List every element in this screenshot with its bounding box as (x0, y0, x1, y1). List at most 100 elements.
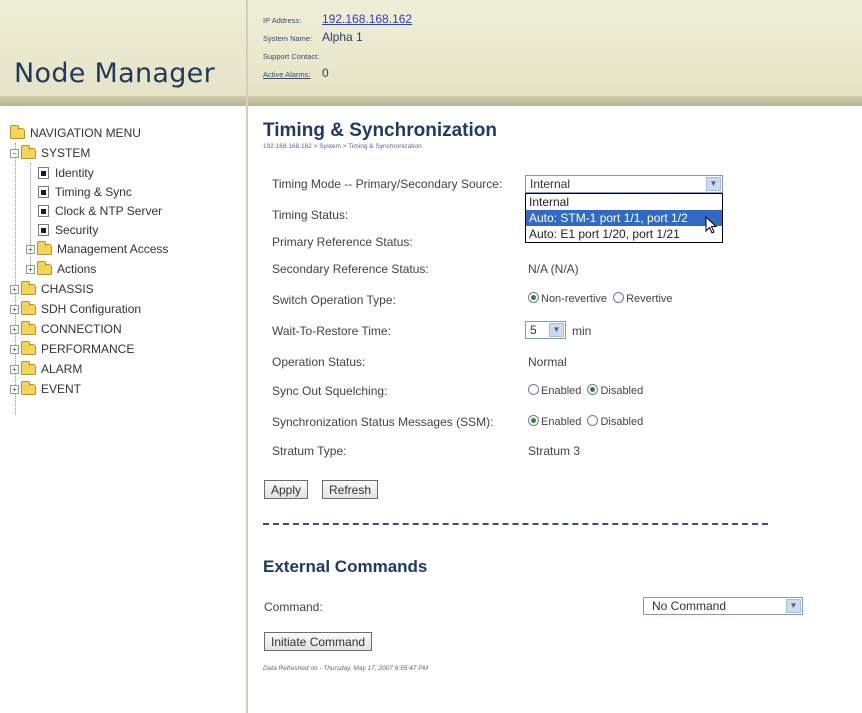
nav-folder-label: ALARM (41, 362, 83, 376)
nav-folder-label: SDH Configuration (41, 302, 142, 316)
expand-icon[interactable]: + (10, 364, 19, 374)
wait-to-restore-value: 5 (530, 323, 537, 337)
nav-folder-connection[interactable]: + CONNECTION (10, 320, 122, 337)
apply-button[interactable]: Apply (264, 480, 309, 499)
radio-label: Disabled (600, 416, 644, 428)
folder-open-icon (10, 124, 25, 139)
expand-icon[interactable]: + (10, 304, 19, 314)
wait-to-restore-select[interactable]: 5 ▼ (525, 321, 566, 339)
nav-item-label: Security (55, 223, 99, 237)
nav-item-label: Clock & NTP Server (55, 204, 163, 218)
folder-icon (37, 240, 52, 255)
nav-folder-event[interactable]: + EVENT (10, 380, 82, 397)
radio-ssm-enabled[interactable] (528, 415, 539, 426)
command-label: Command: (264, 600, 323, 614)
nav-folder-label: Management Access (57, 242, 169, 256)
chevron-down-icon[interactable]: ▼ (549, 323, 564, 337)
nav-folder-actions[interactable]: + Actions (26, 260, 96, 277)
radio-ssm-disabled[interactable] (587, 415, 599, 426)
command-select[interactable]: No Command ▼ (643, 597, 803, 615)
nav-folder-label: CHASSIS (41, 282, 94, 296)
radio-label: Enabled (541, 416, 582, 428)
ssm-label: Synchronization Status Messages (SSM): (272, 415, 494, 429)
expand-icon[interactable]: + (10, 344, 19, 354)
active-alarms-link[interactable]: Active Alarms: (263, 70, 311, 79)
nav-folder-chassis[interactable]: + CHASSIS (10, 280, 94, 297)
data-refreshed-note: Data Refreshed on - Thursday, May 17, 20… (263, 665, 428, 672)
nav-item-clock-ntp[interactable]: Clock & NTP Server (38, 203, 162, 219)
timing-mode-selected: Internal (530, 177, 571, 191)
ip-address-label: IP Address: (263, 16, 302, 25)
expand-icon[interactable]: + (10, 384, 19, 394)
folder-open-icon (21, 144, 36, 159)
expand-icon[interactable]: + (26, 264, 35, 274)
operation-status-label: Operation Status: (272, 355, 366, 369)
nav-folder-performance[interactable]: + PERFORMANCE (10, 340, 135, 357)
folder-icon (21, 300, 36, 315)
nav-item-timing-sync[interactable]: Timing & Sync (38, 184, 132, 200)
timing-mode-dropdown[interactable]: Internal Auto: STM-1 port 1/1, port 1/2 … (525, 193, 723, 243)
chevron-down-icon[interactable]: ▼ (786, 599, 801, 613)
operation-status-value: Normal (528, 355, 567, 369)
nav-system-label: SYSTEM (41, 146, 91, 160)
page-icon (38, 186, 49, 198)
timing-mode-option[interactable]: Auto: E1 port 1/20, port 1/21 (526, 226, 722, 242)
nav-system[interactable]: − SYSTEM (10, 144, 91, 161)
wait-to-restore-label: Wait-To-Restore Time: (272, 324, 391, 338)
stratum-type-value: Stratum 3 (528, 444, 581, 458)
header: Node Manager IP Address: 192.168.168.162… (0, 0, 862, 106)
logo-panel: Node Manager (0, 0, 247, 106)
radio-label: Disabled (600, 385, 644, 397)
nav-root[interactable]: NAVIGATION MENU (10, 124, 141, 141)
system-name-label: System Name: (263, 34, 313, 43)
initiate-command-button[interactable]: Initiate Command (264, 632, 373, 651)
page-title: Timing & Synchronization (263, 120, 497, 141)
system-name-value: Alpha 1 (322, 30, 363, 44)
timing-mode-option[interactable]: Internal (526, 194, 722, 210)
radio-label: Revertive (626, 293, 673, 305)
folder-icon (21, 380, 36, 395)
wait-to-restore-unit: min (572, 324, 592, 338)
expand-icon[interactable]: + (26, 244, 35, 254)
expand-icon[interactable]: + (10, 284, 19, 294)
radio-non-revertive[interactable] (528, 292, 539, 303)
folder-icon (21, 340, 36, 355)
nav-folder-label: CONNECTION (41, 322, 122, 336)
nav-folder-sdh-configuration[interactable]: + SDH Configuration (10, 300, 142, 317)
collapse-icon[interactable]: − (10, 148, 19, 158)
folder-icon (21, 280, 36, 295)
folder-icon (37, 260, 52, 275)
squelch-options: Enabled Disabled (528, 384, 643, 397)
radio-label: Non-revertive (541, 293, 608, 305)
folder-icon (21, 360, 36, 375)
switch-operation-options: Non-revertive Revertive (528, 292, 673, 305)
nav-folder-label: EVENT (41, 382, 82, 396)
nav-item-identity[interactable]: Identity (38, 165, 94, 181)
nav-item-label: Timing & Sync (55, 185, 132, 199)
radio-squelch-enabled[interactable] (528, 384, 539, 395)
secondary-reference-value: N/A (N/A) (528, 262, 579, 276)
command-selected: No Command (652, 599, 727, 613)
timing-mode-option-highlighted[interactable]: Auto: STM-1 port 1/1, port 1/2 (526, 210, 722, 226)
nav-folder-label: PERFORMANCE (41, 342, 135, 356)
stratum-type-label: Stratum Type: (272, 444, 347, 458)
folder-icon (21, 320, 36, 335)
nav-folder-alarm[interactable]: + ALARM (10, 360, 83, 377)
nav-folder-management-access[interactable]: + Management Access (26, 240, 169, 257)
nav-item-security[interactable]: Security (38, 222, 98, 238)
chevron-down-icon[interactable]: ▼ (706, 177, 721, 191)
app-logo: Node Manager (14, 58, 215, 89)
page-icon (38, 224, 49, 236)
timing-mode-select[interactable]: Internal ▼ (525, 175, 723, 193)
sidebar-divider (246, 0, 248, 713)
support-contact-label: Support Contact: (263, 52, 320, 61)
expand-icon[interactable]: + (10, 324, 19, 334)
refresh-button[interactable]: Refresh (322, 480, 379, 499)
header-bar (0, 96, 862, 106)
radio-revertive[interactable] (613, 292, 625, 303)
active-alarms-value: 0 (322, 66, 329, 80)
ip-address-link[interactable]: 192.168.168.162 (322, 12, 412, 26)
radio-squelch-disabled[interactable] (587, 384, 599, 395)
sync-out-squelching-label: Sync Out Squelching: (272, 384, 388, 398)
timing-status-label: Timing Status: (272, 208, 349, 222)
